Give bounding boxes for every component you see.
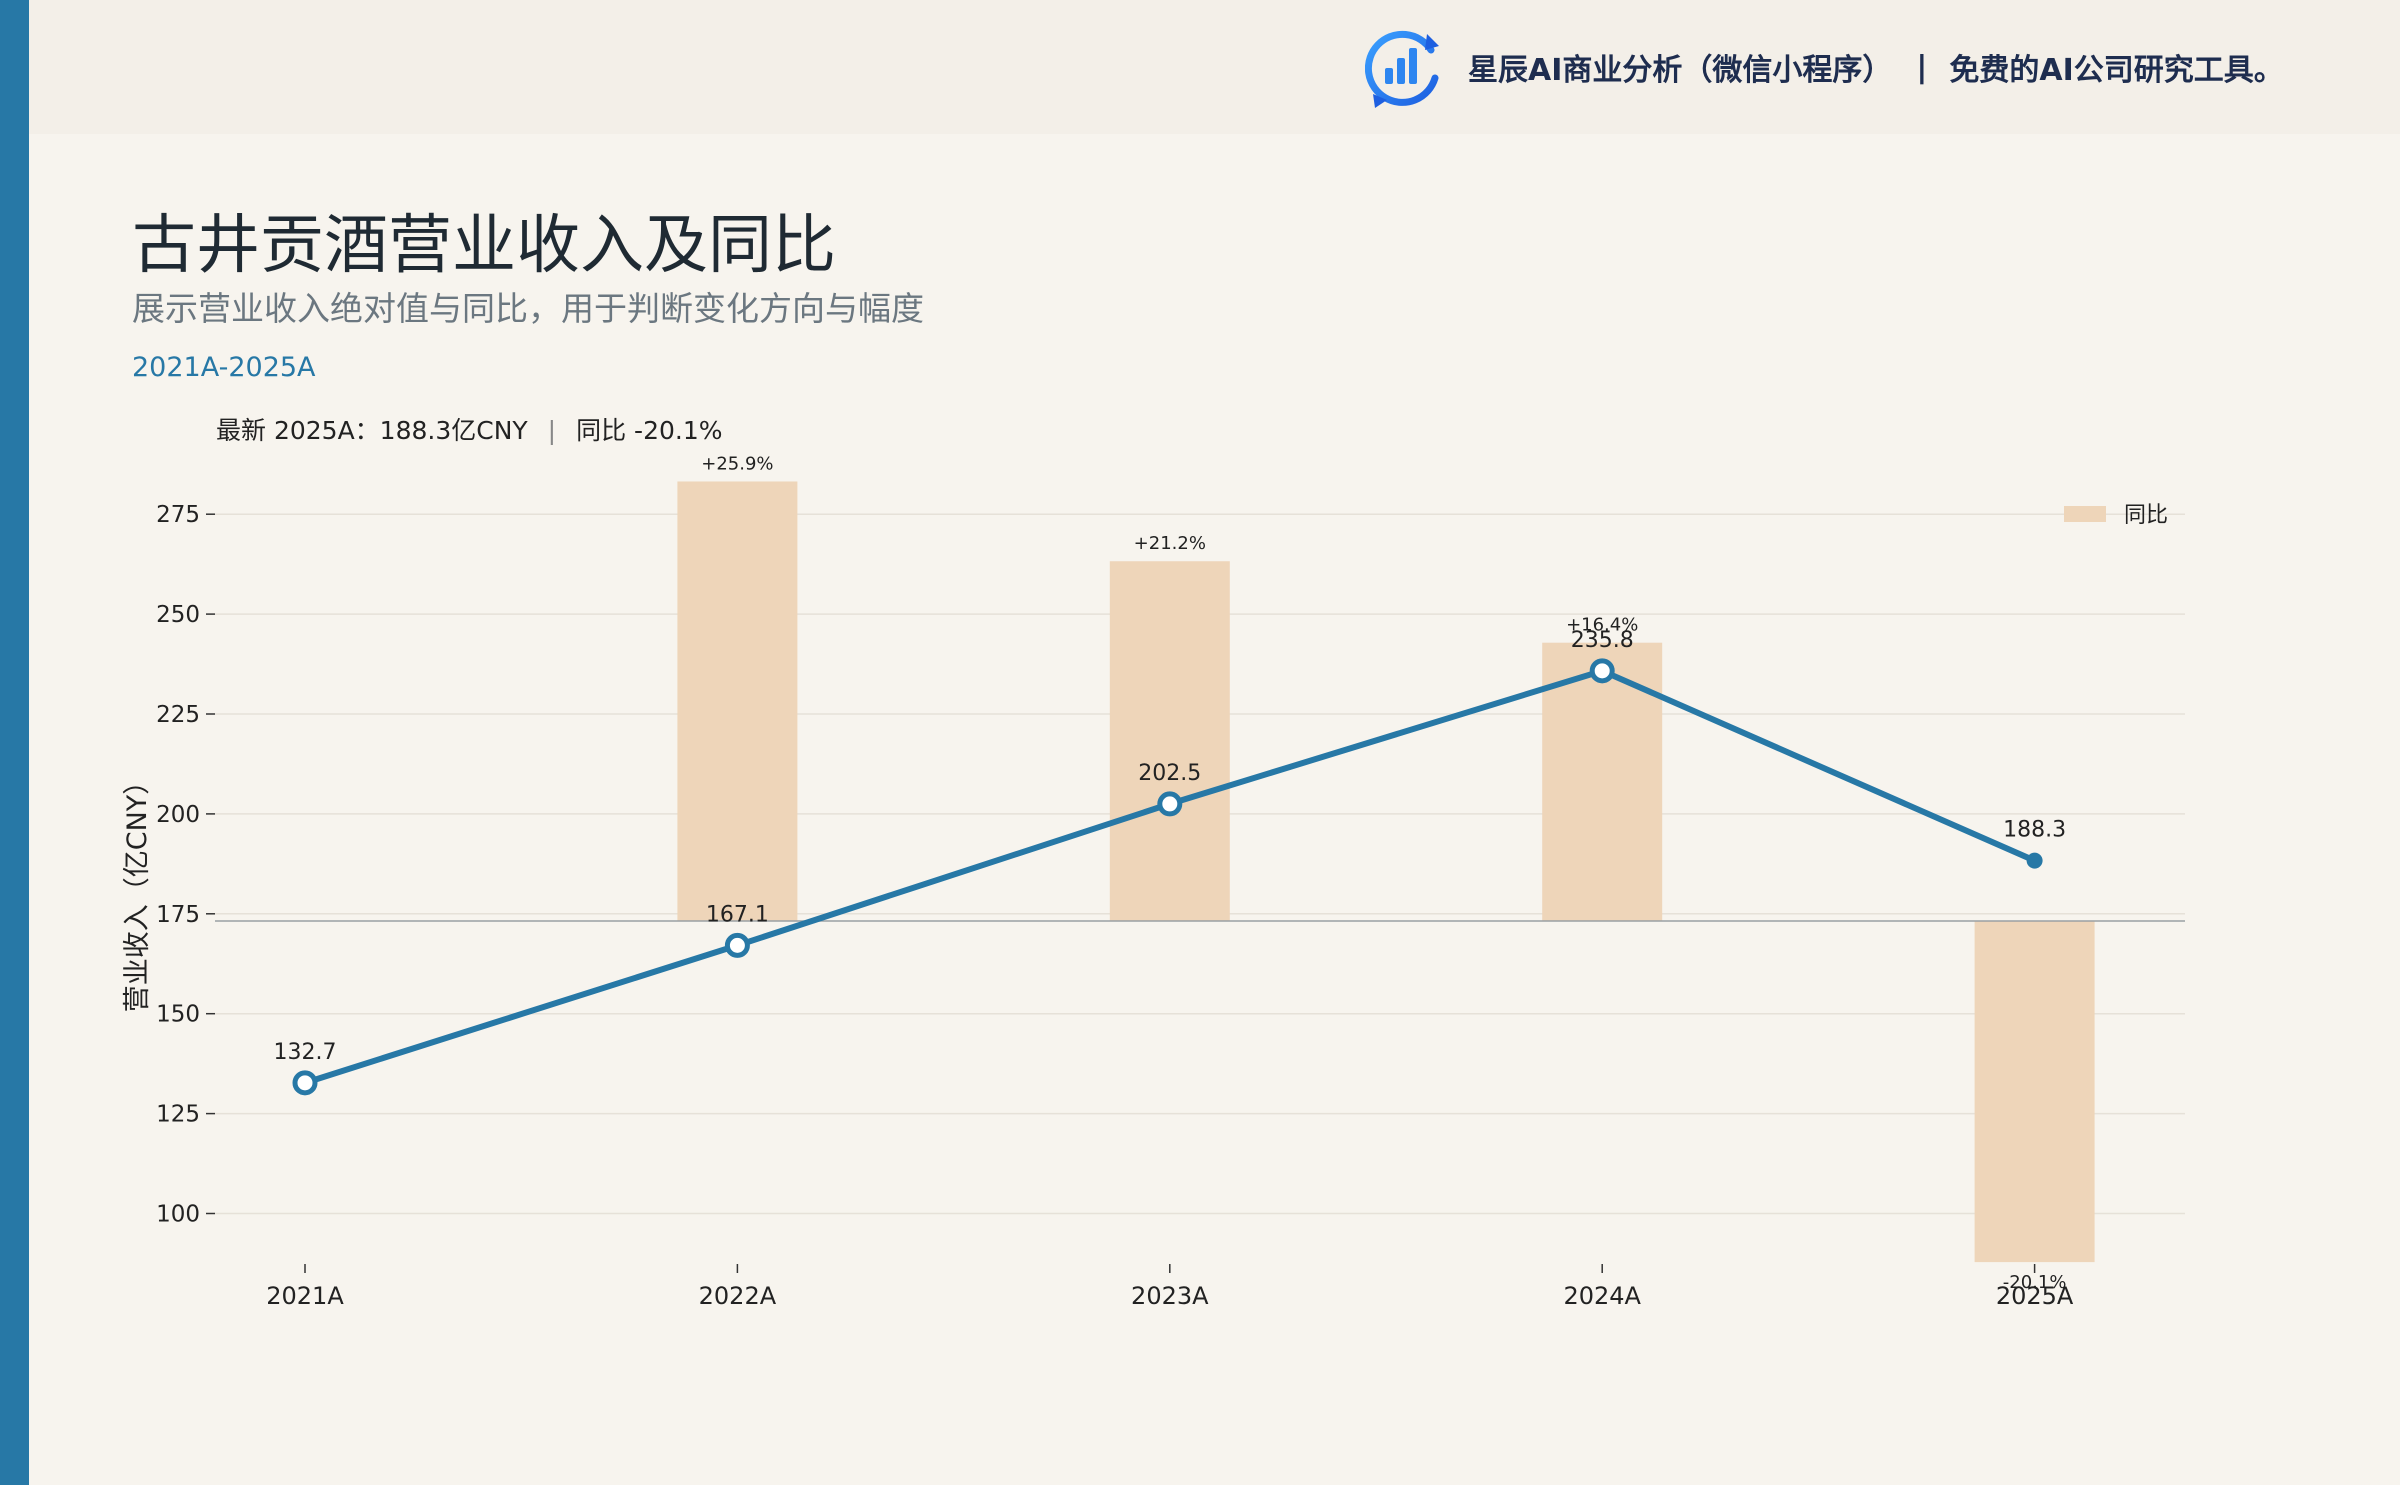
yoy-bar-label: +25.9% (701, 453, 773, 474)
revenue-value-label: 202.5 (1138, 761, 1201, 786)
y-tick-label: 100 (156, 1202, 200, 1228)
yoy-bar (1109, 561, 1230, 921)
legend-swatch (2064, 506, 2106, 522)
yoy-bar (677, 481, 798, 921)
y-tick-label: 150 (156, 1002, 200, 1028)
x-tick-label: 2025A (1996, 1282, 2074, 1310)
y-tick-label: 175 (156, 902, 200, 928)
revenue-chart: 100 125 150 175 200 225 250 275 营业收入（亿CNY） +25.9%… (122, 453, 2185, 1310)
x-tick-label: 2022A (699, 1282, 777, 1310)
x-tick-label: 2023A (1131, 1282, 1209, 1310)
y-tick-label: 275 (156, 502, 200, 528)
revenue-value-label: 167.1 (706, 902, 769, 927)
revenue-point (1157, 791, 1183, 817)
y-tick-label: 225 (156, 702, 200, 728)
y-axis-label: 营业收入（亿CNY） (122, 768, 153, 1013)
yoy-bar-label: +21.2% (1134, 533, 1206, 554)
yoy-bar (1974, 921, 2095, 1263)
x-tick-label: 2024A (1563, 1282, 1641, 1310)
x-tick-label: 2021A (266, 1282, 344, 1310)
y-tick-label: 200 (156, 802, 200, 828)
legend-label: 同比 (2124, 503, 2168, 528)
revenue-value-label: 132.7 (274, 1040, 337, 1065)
revenue-value-label: 188.3 (2003, 818, 2066, 843)
y-tick-label: 250 (156, 602, 200, 628)
revenue-point (292, 1070, 318, 1096)
revenue-point (724, 932, 750, 958)
revenue-value-label: 235.8 (1571, 628, 1634, 653)
y-tick-label: 125 (156, 1102, 200, 1128)
revenue-point (2026, 852, 2043, 869)
revenue-point (1589, 658, 1615, 684)
